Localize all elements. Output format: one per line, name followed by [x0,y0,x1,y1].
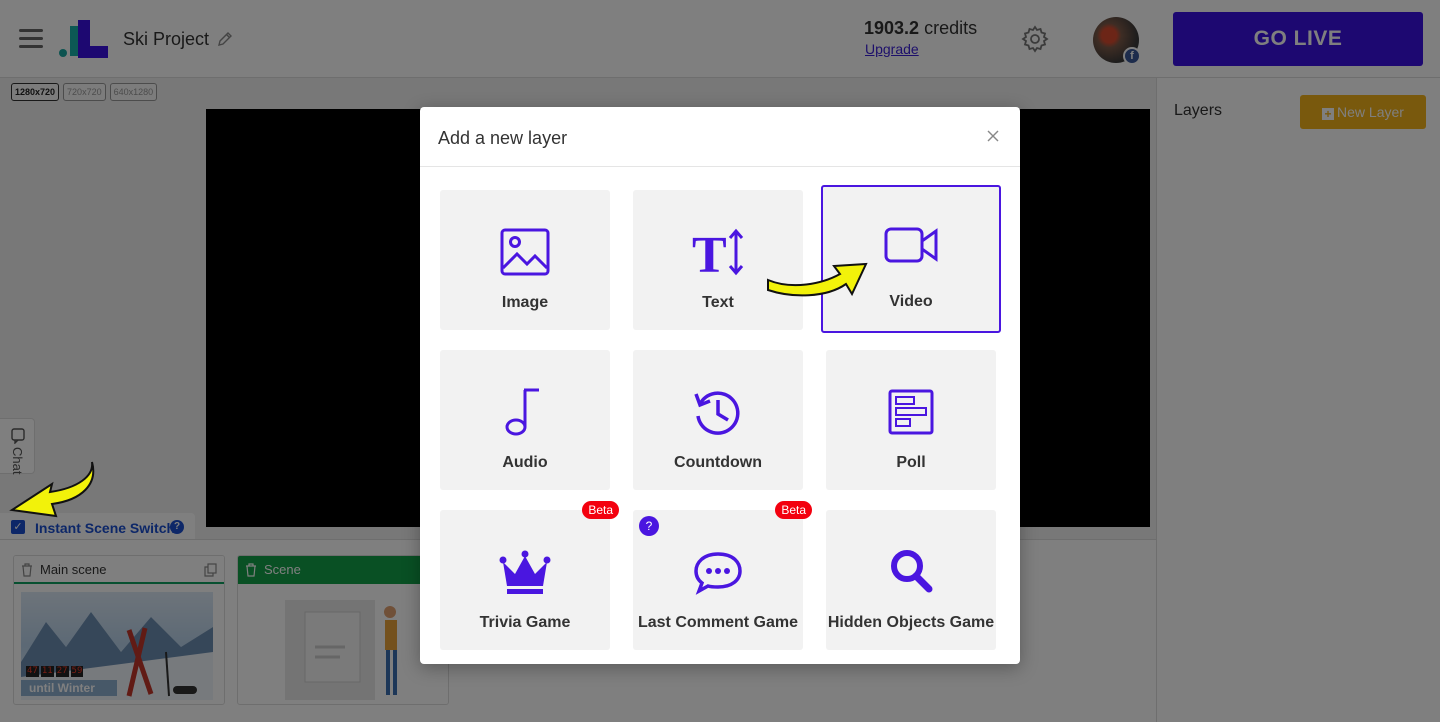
tile-label: Image [501,294,549,311]
tile-label: Hidden Objects Game [827,614,995,631]
comment-dots-icon [694,552,742,595]
text-icon-glyph: T [692,227,727,280]
crown-icon [499,550,551,594]
yellow-arrow-icon [9,461,95,518]
music-note-icon [505,388,539,436]
yellow-arrow-icon [767,262,868,297]
beta-badge: Beta [582,501,619,519]
beta-badge: Beta [775,501,812,519]
tile-hidden-objects-game[interactable]: Hidden Objects Game [826,510,996,650]
tile-label: Poll [896,454,926,471]
add-layer-modal: Add a new layer Image T Text Video Audio… [420,107,1020,664]
tile-trivia-game[interactable]: Beta Trivia Game [440,501,619,650]
tile-last-comment-game[interactable]: ? Beta Last Comment Game [633,501,812,650]
video-camera-icon [884,227,938,263]
tile-label: Last Comment Game [637,614,799,631]
history-clock-icon [694,391,740,435]
help-icon[interactable]: ? [639,516,659,536]
tile-countdown[interactable]: Countdown [633,350,803,490]
magnifier-icon [891,550,933,593]
tile-label: Countdown [674,454,762,471]
text-icon: T [692,227,744,280]
tile-audio[interactable]: Audio [440,350,610,490]
poll-icon [888,389,934,435]
image-icon [500,228,550,276]
modal-title: Add a new layer [438,128,568,148]
close-icon[interactable] [986,129,1000,143]
modal-header: Add a new layer [420,107,1020,167]
tile-label: Trivia Game [479,614,571,631]
tile-image[interactable]: Image [440,190,610,330]
tile-poll[interactable]: Poll [826,350,996,490]
tile-label: Audio [502,454,548,471]
